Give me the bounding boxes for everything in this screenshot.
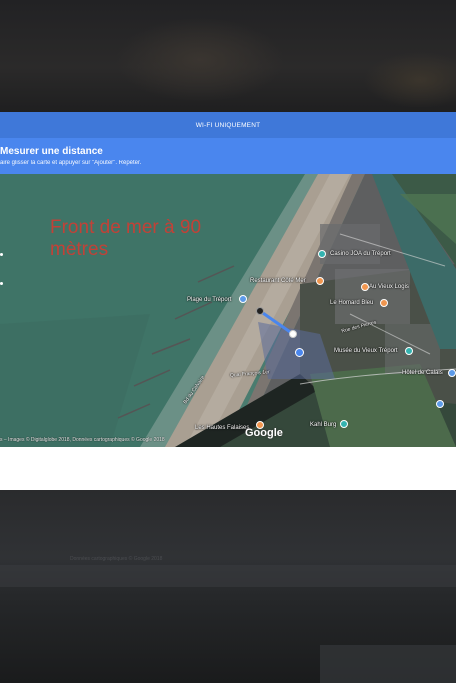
label-plage[interactable]: Plage du Tréport (187, 297, 231, 303)
measure-instructions: aire glisser la carte et appuyer sur "Aj… (0, 160, 142, 166)
measure-end-point[interactable] (289, 330, 297, 338)
blurred-band (0, 565, 456, 587)
label-vieux-logis[interactable]: Au Vieux Logis (369, 284, 409, 290)
restaurant-pin-icon[interactable] (316, 277, 324, 285)
wifi-banner-text: WI-FI UNIQUEMENT (195, 121, 261, 129)
label-hautes-falaises[interactable]: Les Hautes Falaises (195, 425, 249, 431)
kahl-pin-icon[interactable] (340, 420, 348, 428)
label-hotel[interactable]: Hôtel de Calais (402, 370, 443, 376)
current-location-dot[interactable] (295, 348, 304, 357)
annotation-text: Front de mer à 90 mètres (50, 217, 202, 260)
place-pin-icon[interactable] (436, 400, 444, 408)
label-homard[interactable]: Le Homard Bleu (330, 300, 373, 306)
label-casino[interactable]: Casino JOA du Tréport (330, 251, 391, 257)
casino-pin-icon[interactable] (318, 250, 326, 258)
wifi-only-banner: WI-FI UNIQUEMENT (0, 112, 456, 138)
blank-panel (0, 447, 456, 490)
hotel-pin-icon[interactable] (448, 369, 456, 377)
map-imagery (0, 174, 456, 447)
blurred-background-top (0, 0, 456, 112)
side-marker (0, 282, 3, 285)
ghost-caption: Données cartographiques © Google 2018 (70, 556, 163, 562)
map-attribution: s – Images © Digitalglobe 2018, Données … (0, 437, 165, 443)
blurred-foot (320, 645, 456, 683)
musee-pin-icon[interactable] (405, 347, 413, 355)
measure-distance-header: Mesurer une distance aire glisser la car… (0, 138, 456, 174)
label-restaurant[interactable]: Restaurant Côté Mer (250, 278, 306, 284)
label-musee[interactable]: Musée du Vieux Tréport (334, 348, 398, 354)
homard-pin-icon[interactable] (380, 299, 388, 307)
label-kahl[interactable]: Kahl Burg (310, 422, 336, 428)
satellite-map[interactable]: Casino JOA du Tréport Restaurant Côté Me… (0, 174, 456, 447)
side-marker (0, 253, 3, 256)
vieux-logis-pin-icon[interactable] (361, 283, 369, 291)
measure-title: Mesurer une distance (0, 146, 103, 157)
plage-pin-icon[interactable] (239, 295, 247, 303)
measure-start-point[interactable] (256, 307, 264, 315)
google-logo: Google (245, 427, 283, 439)
